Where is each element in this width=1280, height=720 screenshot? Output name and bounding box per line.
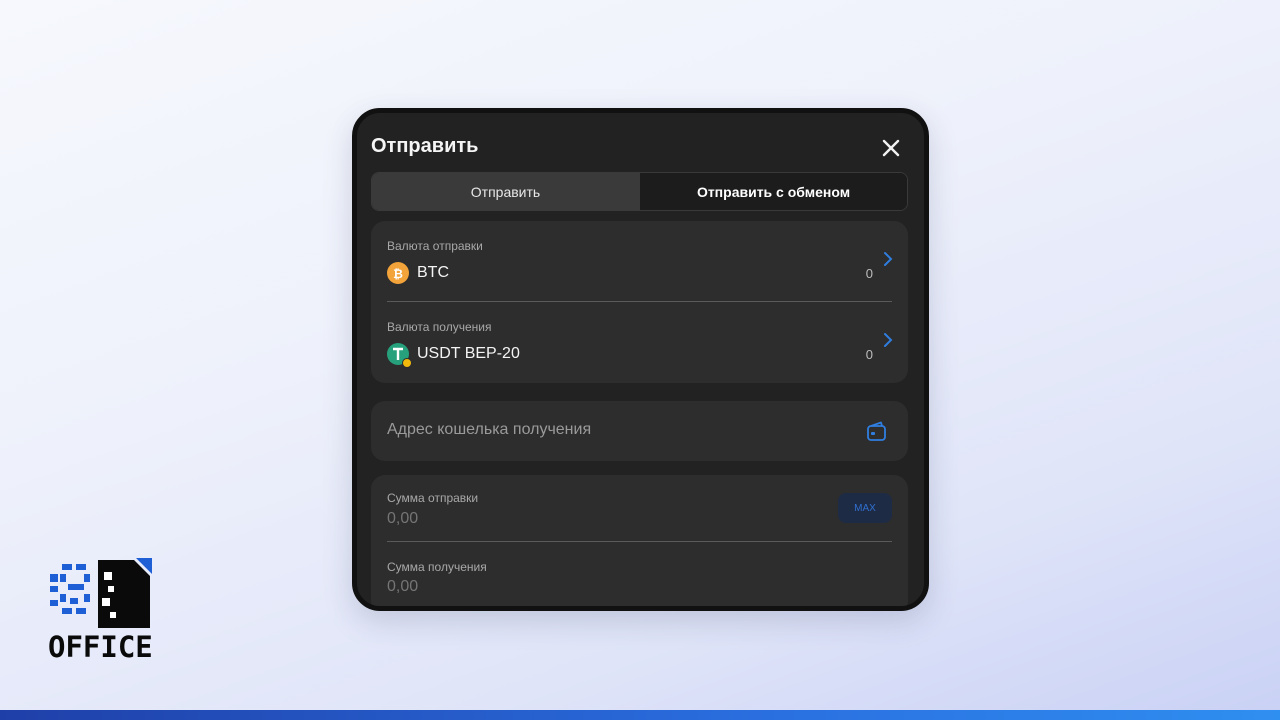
close-icon [882, 139, 900, 157]
wallet-icon [867, 421, 886, 441]
bottom-accent-bar [0, 710, 1280, 720]
send-currency-label: Валюта отправки [387, 239, 483, 253]
receive-currency-label: Валюта получения [387, 320, 492, 334]
currency-card: Валюта отправки ₿ BTC 0 Валюта получения [371, 221, 908, 383]
logo-mark-icon [50, 558, 152, 628]
amount-card: Сумма отправки MAX Сумма получения [371, 475, 908, 606]
receive-amount-row: Сумма получения [387, 543, 892, 606]
send-amount-input[interactable] [387, 510, 687, 528]
address-placeholder: Адрес кошелька получения [387, 421, 592, 438]
send-currency-selector[interactable]: Валюта отправки ₿ BTC 0 [387, 221, 893, 301]
chevron-right-icon [884, 333, 893, 347]
send-amount-row: Сумма отправки MAX [387, 475, 892, 541]
receive-amount-label: Сумма получения [387, 560, 487, 574]
modal-header: Отправить [371, 131, 910, 167]
bnb-badge-icon [402, 358, 412, 368]
tab-send-with-exchange[interactable]: Отправить с обменом [639, 173, 907, 210]
max-button[interactable]: MAX [838, 493, 892, 523]
send-currency-balance: 0 [865, 266, 873, 281]
close-button[interactable] [880, 137, 902, 159]
wallet-select-button[interactable] [866, 420, 888, 442]
tether-icon [387, 343, 412, 368]
receive-currency-balance: 0 [865, 347, 873, 362]
receive-amount-input[interactable] [387, 578, 687, 596]
send-currency-name: BTC [417, 264, 449, 281]
brand-logo: OFFICE [48, 558, 153, 664]
recipient-address-field[interactable]: Адрес кошелька получения [371, 401, 908, 461]
receive-currency-name: USDT BEP-20 [417, 345, 520, 362]
send-mode-tabs: Отправить Отправить с обменом [371, 172, 908, 211]
tab-send[interactable]: Отправить [372, 173, 639, 210]
receive-currency-selector[interactable]: Валюта получения USDT BEP-20 0 [387, 302, 893, 382]
send-modal: Отправить Отправить Отправить с обменом … [352, 108, 929, 611]
modal-title: Отправить [371, 135, 479, 157]
send-amount-label: Сумма отправки [387, 491, 479, 505]
logo-text: OFFICE [48, 630, 153, 664]
divider [387, 541, 892, 542]
bitcoin-icon: ₿ [387, 262, 409, 284]
svg-text:₿: ₿ [393, 267, 403, 280]
chevron-right-icon [884, 252, 893, 266]
